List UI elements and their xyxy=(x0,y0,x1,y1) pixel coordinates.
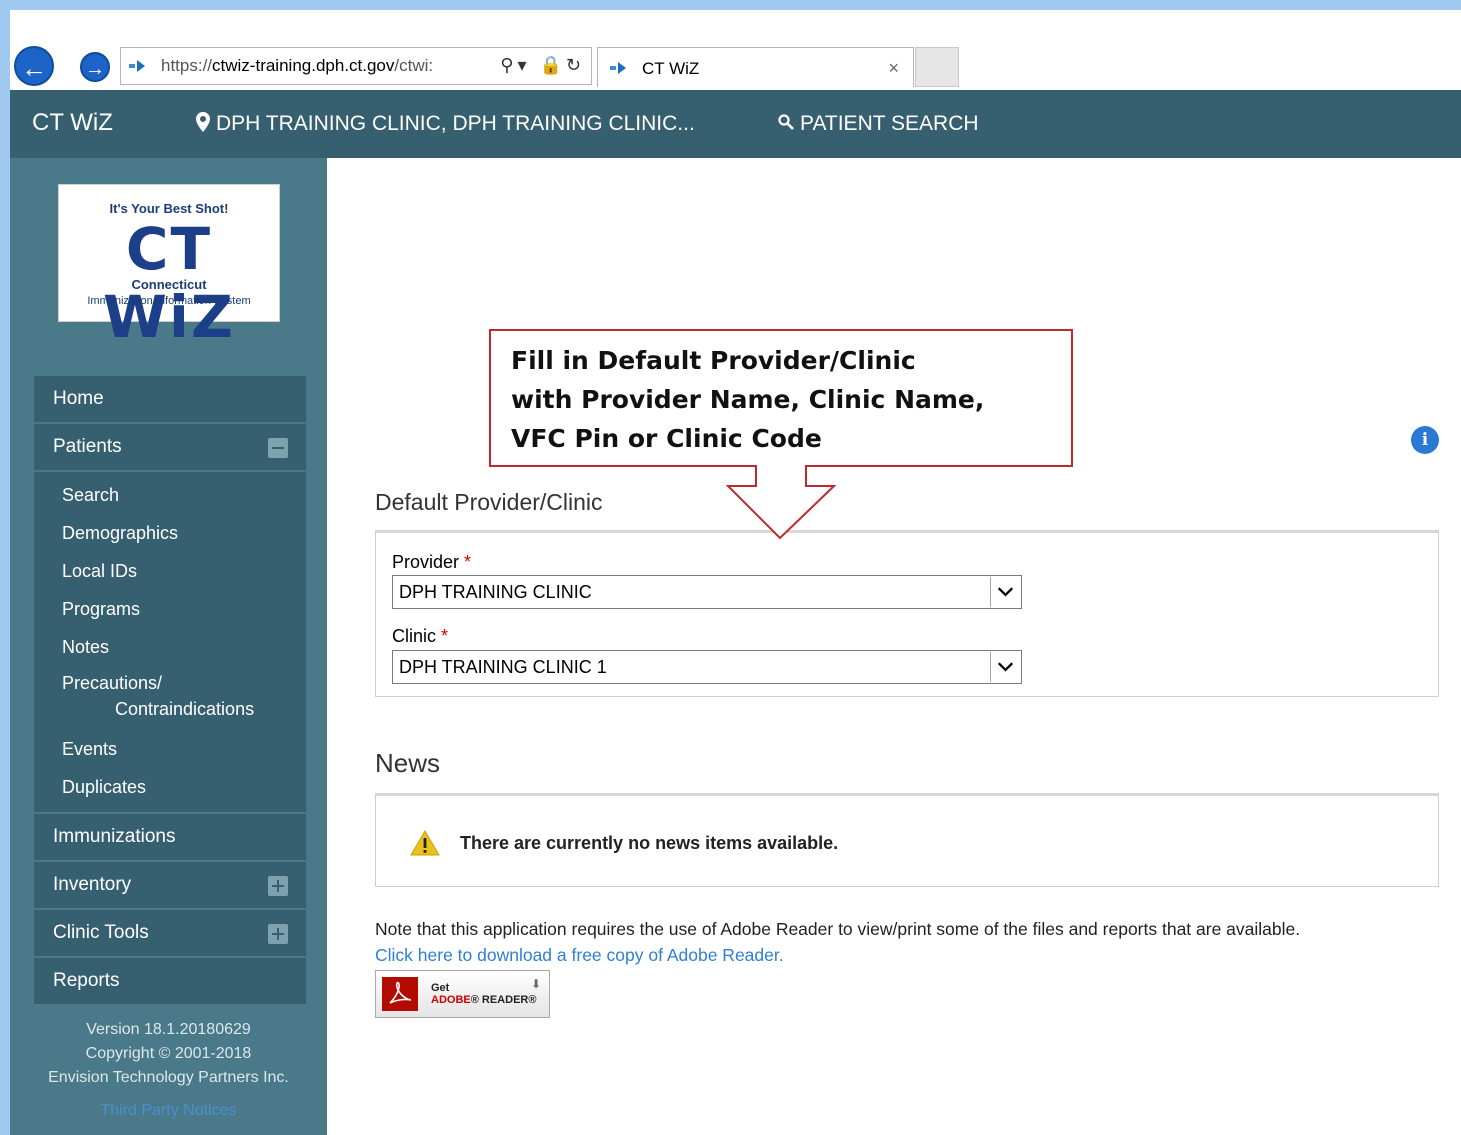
app-header: CT WiZ DPH TRAINING CLINIC, DPH TRAINING… xyxy=(10,90,1461,158)
map-pin-icon xyxy=(196,112,210,132)
patients-subnav: Search Demographics Local IDs Programs N… xyxy=(34,472,306,814)
sidebar-subitem-programs[interactable]: Programs xyxy=(34,590,306,628)
callout-arrow-icon xyxy=(726,465,836,540)
expand-icon[interactable] xyxy=(268,876,288,896)
adobe-download-link[interactable]: Click here to download a free copy of Ad… xyxy=(375,945,784,966)
sidebar-subitem-search[interactable]: Search xyxy=(34,476,306,514)
sidebar-item-label: Patients xyxy=(53,436,122,457)
address-bar[interactable]: https://ctwiz-training.dph.ct.gov/ctwi: … xyxy=(120,47,592,85)
app-brand[interactable]: CT WiZ xyxy=(32,109,113,137)
version-text: Version 18.1.20180629 xyxy=(86,1021,251,1038)
sidebar-subitem-demographics[interactable]: Demographics xyxy=(34,514,306,552)
tab-close-icon[interactable]: × xyxy=(888,58,899,79)
expand-icon[interactable] xyxy=(268,924,288,944)
new-tab-button[interactable] xyxy=(915,47,959,87)
tab-favicon-icon xyxy=(610,62,626,74)
logo-state: Connecticut xyxy=(131,277,207,292)
download-icon: ⬇ xyxy=(530,977,541,991)
sidebar: It's Your Best Shot! CT WiZ Connecticut … xyxy=(10,158,327,1135)
warning-icon xyxy=(410,830,440,856)
third-party-notices-link[interactable]: Third Party Notices xyxy=(10,1102,327,1120)
provider-label: Provider * xyxy=(392,552,471,573)
default-provider-title: Default Provider/Clinic xyxy=(375,489,603,515)
required-mark: * xyxy=(441,626,449,646)
sidebar-subitem-duplicates[interactable]: Duplicates xyxy=(34,768,306,806)
url-text: https://ctwiz-training.dph.ct.gov/ctwi: xyxy=(161,56,434,75)
window-frame-left xyxy=(0,0,10,1135)
adobe-get-text: Get xyxy=(431,982,450,994)
location-selector[interactable]: DPH TRAINING CLINIC, DPH TRAINING CLINIC… xyxy=(196,112,695,136)
sidebar-subitem-local-ids[interactable]: Local IDs xyxy=(34,552,306,590)
callout-line1: Fill in Default Provider/Clinic xyxy=(511,346,916,375)
chevron-down-icon[interactable] xyxy=(990,652,1020,682)
sidebar-item-label: Clinic Tools xyxy=(53,922,149,943)
version-info: Version 18.1.20180629 Copyright © 2001-2… xyxy=(10,1018,327,1090)
window-frame-top xyxy=(0,0,1461,10)
patient-search-link[interactable]: PATIENT SEARCH xyxy=(778,112,979,136)
sidebar-item-inventory[interactable]: Inventory xyxy=(34,862,306,910)
clinic-label: Clinic * xyxy=(392,626,448,647)
back-button[interactable]: ← xyxy=(14,46,54,86)
forward-button[interactable]: → xyxy=(80,52,110,82)
sidebar-item-clinic-tools[interactable]: Clinic Tools xyxy=(34,910,306,958)
ct-wiz-logo: It's Your Best Shot! CT WiZ Connecticut … xyxy=(58,184,280,351)
collapse-icon[interactable] xyxy=(268,438,288,458)
patient-search-label: PATIENT SEARCH xyxy=(800,112,979,135)
clinic-select[interactable]: DPH TRAINING CLINIC 1 xyxy=(392,650,1022,684)
logo-tagline: It's Your Best Shot! xyxy=(109,201,229,216)
sidebar-item-label: Immunizations xyxy=(53,826,176,847)
callout-text: Fill in Default Provider/Clinic with Pro… xyxy=(511,341,984,458)
site-favicon-icon xyxy=(129,60,145,72)
provider-select[interactable]: DPH TRAINING CLINIC xyxy=(392,575,1022,609)
precautions-line2: Contraindications xyxy=(115,699,255,719)
chevron-down-icon[interactable] xyxy=(990,577,1020,607)
browser-tab[interactable]: CT WiZ × xyxy=(597,47,914,87)
news-panel: There are currently no news items availa… xyxy=(375,793,1439,887)
required-mark: * xyxy=(464,552,472,572)
sidebar-item-home[interactable]: Home xyxy=(34,376,306,424)
company-text: Envision Technology Partners Inc. xyxy=(48,1069,289,1086)
tab-title: CT WiZ xyxy=(642,59,700,78)
callout-line2: with Provider Name, Clinic Name, xyxy=(511,385,985,414)
sidebar-subitem-notes[interactable]: Notes xyxy=(34,628,306,666)
location-text: DPH TRAINING CLINIC, DPH TRAINING CLINIC… xyxy=(216,112,695,135)
provider-label-text: Provider xyxy=(392,552,460,572)
address-controls[interactable]: ⚲▾ 🔒↻ xyxy=(500,55,585,76)
news-message: There are currently no news items availa… xyxy=(460,833,839,853)
logo-system: Immunization Information System xyxy=(87,295,251,307)
sidebar-item-label: Inventory xyxy=(53,874,132,895)
sidebar-item-immunizations[interactable]: Immunizations xyxy=(34,814,306,862)
sidebar-item-label: Reports xyxy=(53,970,120,991)
callout-line3: VFC Pin or Clinic Code xyxy=(511,424,822,453)
browser-toolbar: ← → https://ctwiz-training.dph.ct.gov/ct… xyxy=(10,10,1461,90)
get-adobe-reader-button[interactable]: Get ADOBE® READER® ⬇ xyxy=(375,970,550,1018)
adobe-note: Note that this application requires the … xyxy=(375,919,1301,939)
sidebar-subitem-events[interactable]: Events xyxy=(34,730,306,768)
clinic-value: DPH TRAINING CLINIC 1 xyxy=(399,657,607,677)
clinic-label-text: Clinic xyxy=(392,626,437,646)
default-provider-panel: Provider * DPH TRAINING CLINIC Clinic * … xyxy=(375,530,1439,697)
instruction-callout: Fill in Default Provider/Clinic with Pro… xyxy=(489,329,1073,467)
adobe-brand: ADOBE xyxy=(431,994,471,1006)
search-icon xyxy=(778,114,794,130)
adobe-product: READER xyxy=(481,994,529,1006)
info-icon[interactable]: i xyxy=(1411,426,1439,454)
news-title: News xyxy=(375,748,441,778)
sidebar-nav: Home Patients Search Demographics Local … xyxy=(34,376,306,1006)
adobe-brand-text: ADOBE® READER® xyxy=(431,994,537,1006)
copyright-text: Copyright © 2001-2018 xyxy=(85,1045,252,1062)
provider-value: DPH TRAINING CLINIC xyxy=(399,582,592,602)
precautions-line1: Precautions/ xyxy=(62,673,163,693)
sidebar-item-patients[interactable]: Patients xyxy=(34,424,306,472)
sidebar-item-reports[interactable]: Reports xyxy=(34,958,306,1006)
adobe-pdf-icon xyxy=(382,977,418,1011)
sidebar-item-label: Home xyxy=(53,388,104,409)
sidebar-subitem-precautions[interactable]: Precautions/ Contraindications xyxy=(34,666,306,730)
